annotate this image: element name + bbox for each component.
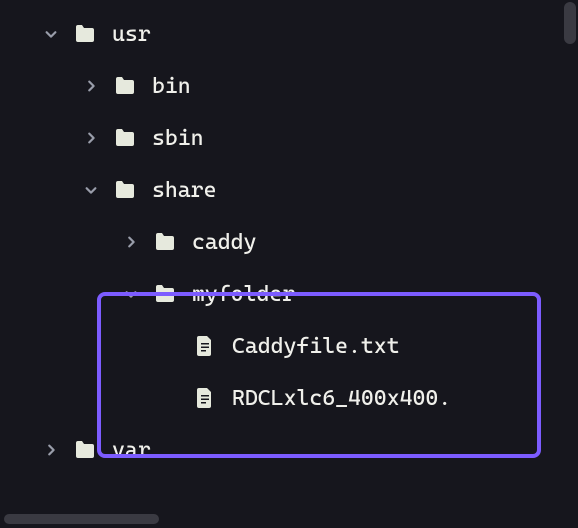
file-icon [192,385,218,411]
tree-item-label: myfolder [192,282,295,307]
file-icon [192,333,218,359]
tree-row-var[interactable]: var [0,424,578,476]
tree-row-share[interactable]: share [0,164,578,216]
folder-icon [112,125,138,151]
tree-row-usr[interactable]: usr [0,8,578,60]
tree-item-label: bin [152,74,191,99]
vertical-scrollbar[interactable] [564,2,576,44]
tree-item-label: var [112,438,151,463]
tree-item-label: share [152,178,216,203]
chevron-right-icon [82,77,100,95]
chevron-placeholder [162,337,180,355]
chevron-right-icon [42,441,60,459]
tree-row-bin[interactable]: bin [0,60,578,112]
folder-icon [112,177,138,203]
chevron-down-icon [82,181,100,199]
folder-icon [112,73,138,99]
tree-item-label: RDCLxlc6_400x400. [232,386,451,411]
tree-item-label: usr [112,22,151,47]
chevron-placeholder [162,389,180,407]
tree-item-label: sbin [152,126,204,151]
tree-row-rdcl[interactable]: RDCLxlc6_400x400. [0,372,578,424]
folder-icon [152,229,178,255]
chevron-right-icon [82,129,100,147]
file-tree: usr bin sbin share c [0,0,578,484]
tree-item-label: caddy [192,230,256,255]
tree-item-label: Caddyfile.txt [232,334,400,359]
folder-icon [72,21,98,47]
tree-row-sbin[interactable]: sbin [0,112,578,164]
chevron-right-icon [122,233,140,251]
folder-icon [72,437,98,463]
tree-row-myfolder[interactable]: myfolder [0,268,578,320]
chevron-down-icon [122,285,140,303]
folder-icon [152,281,178,307]
tree-row-caddyfile[interactable]: Caddyfile.txt [0,320,578,372]
horizontal-scrollbar[interactable] [4,514,159,524]
tree-row-caddy[interactable]: caddy [0,216,578,268]
chevron-down-icon [42,25,60,43]
